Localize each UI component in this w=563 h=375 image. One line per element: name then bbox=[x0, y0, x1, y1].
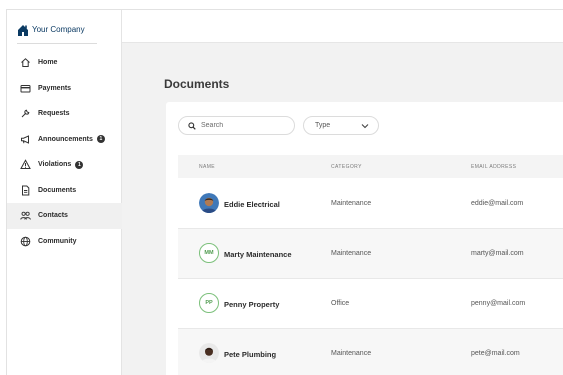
avatar: MM bbox=[199, 243, 219, 263]
contact-email[interactable]: eddie@mail.com bbox=[471, 200, 523, 207]
contacts-card: Type NAME CATEGORY EMAIL ADDRESS Eddie E… bbox=[166, 102, 563, 375]
megaphone-icon bbox=[20, 134, 31, 145]
type-dropdown-value: Type bbox=[315, 122, 331, 129]
sidebar-item-community[interactable]: Community bbox=[7, 229, 122, 255]
sidebar-item-violations[interactable]: Violations 1 bbox=[7, 152, 122, 178]
avatar bbox=[199, 343, 219, 363]
search-box[interactable] bbox=[178, 116, 295, 135]
sidebar: Your Company Home Payments Requests Anno… bbox=[7, 10, 122, 375]
home-icon bbox=[20, 57, 31, 68]
sidebar-item-label: Documents bbox=[38, 186, 77, 194]
contact-category: Maintenance bbox=[331, 350, 372, 357]
sidebar-item-requests[interactable]: Requests bbox=[7, 101, 122, 127]
sidebar-item-label: Payments bbox=[38, 84, 72, 92]
sidebar-item-payments[interactable]: Payments bbox=[7, 76, 122, 102]
sidebar-item-label: Requests bbox=[38, 110, 70, 118]
table-row[interactable]: PP Penny Property Office penny@mail.com bbox=[178, 279, 563, 329]
sidebar-item-label: Home bbox=[38, 59, 58, 67]
table-row[interactable]: Eddie Electrical Maintenance eddie@mail.… bbox=[178, 179, 563, 229]
sidebar-item-label: Announcements bbox=[38, 135, 93, 143]
company-brand[interactable]: Your Company bbox=[17, 24, 97, 44]
column-header-category[interactable]: CATEGORY bbox=[331, 164, 362, 170]
chevron-down-icon bbox=[361, 123, 369, 128]
credit-card-icon bbox=[20, 83, 31, 94]
warning-icon bbox=[20, 159, 31, 170]
contact-name: Eddie Electrical bbox=[224, 200, 280, 209]
document-icon bbox=[20, 185, 31, 196]
page-title: Documents bbox=[164, 77, 230, 91]
contact-email[interactable]: pete@mail.com bbox=[471, 350, 520, 357]
contact-name: Pete Plumbing bbox=[224, 350, 277, 359]
avatar bbox=[199, 193, 219, 213]
wrench-icon bbox=[20, 108, 31, 119]
contact-category: Maintenance bbox=[331, 200, 372, 207]
company-name: Your Company bbox=[32, 25, 85, 34]
sidebar-item-announcements[interactable]: Announcements 1 bbox=[7, 127, 122, 153]
contact-email[interactable]: penny@mail.com bbox=[471, 300, 525, 307]
contact-email[interactable]: marty@mail.com bbox=[471, 250, 524, 257]
people-icon bbox=[20, 210, 31, 221]
column-header-name[interactable]: NAME bbox=[199, 164, 215, 170]
company-logo-icon bbox=[18, 25, 28, 36]
top-bar bbox=[122, 10, 563, 43]
sidebar-item-label: Violations bbox=[38, 161, 72, 169]
sidebar-item-documents[interactable]: Documents bbox=[7, 178, 122, 204]
sidebar-nav: Home Payments Requests Announcements 1 V… bbox=[7, 50, 122, 254]
type-dropdown[interactable]: Type bbox=[303, 116, 379, 135]
sidebar-item-label: Community bbox=[38, 237, 77, 245]
contact-category: Office bbox=[331, 300, 350, 307]
globe-icon bbox=[20, 236, 31, 247]
search-input[interactable] bbox=[201, 122, 291, 129]
table-row[interactable]: MM Marty Maintenance Maintenance marty@m… bbox=[178, 229, 563, 279]
contact-name: Marty Maintenance bbox=[224, 250, 292, 259]
contact-category: Maintenance bbox=[331, 250, 372, 257]
search-icon bbox=[188, 121, 196, 130]
sidebar-item-contacts[interactable]: Contacts bbox=[7, 203, 122, 229]
column-header-email[interactable]: EMAIL ADDRESS bbox=[471, 164, 516, 170]
sidebar-item-label: Contacts bbox=[38, 212, 68, 220]
sidebar-item-home[interactable]: Home bbox=[7, 50, 122, 76]
avatar: PP bbox=[199, 293, 219, 313]
table-header: NAME CATEGORY EMAIL ADDRESS bbox=[178, 155, 563, 178]
table-row[interactable]: Pete Plumbing Maintenance pete@mail.com bbox=[178, 329, 563, 375]
announcements-count-badge: 1 bbox=[96, 135, 105, 144]
contact-name: Penny Property bbox=[224, 300, 280, 309]
violations-count-badge: 1 bbox=[75, 160, 84, 169]
app-window: Your Company Home Payments Requests Anno… bbox=[6, 9, 563, 375]
